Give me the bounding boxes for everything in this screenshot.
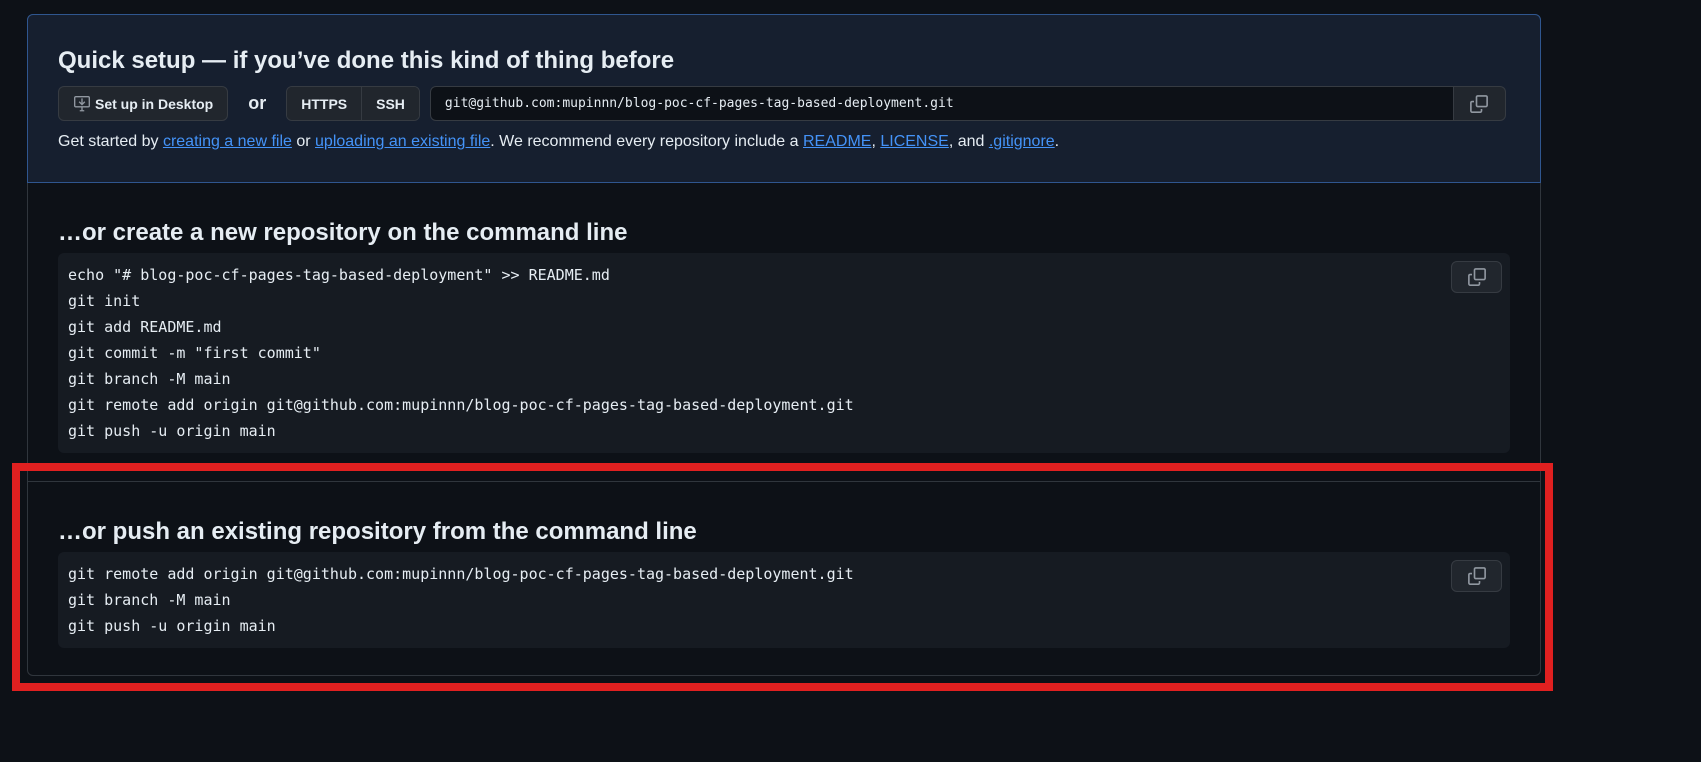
- tab-https[interactable]: HTTPS: [287, 87, 362, 120]
- desc-text: , and: [948, 133, 989, 150]
- code-line: git init: [68, 292, 141, 310]
- quick-setup-title: Quick setup — if you’ve done this kind o…: [58, 47, 675, 74]
- copy-new-repo-button[interactable]: [1451, 261, 1502, 293]
- code-line: git remote add origin git@github.com:mup…: [68, 396, 854, 414]
- copy-url-button[interactable]: [1453, 86, 1506, 121]
- desc-text: or: [291, 133, 316, 150]
- tab-ssh[interactable]: SSH: [361, 87, 419, 120]
- desktop-download-icon: [74, 95, 90, 111]
- code-line: git commit -m "first commit": [68, 344, 321, 362]
- desc-text: . We recommend every repository include …: [490, 133, 803, 150]
- code-line: echo "# blog-poc-cf-pages-tag-based-depl…: [68, 266, 610, 284]
- setup-desktop-button[interactable]: Set up in Desktop: [58, 86, 229, 121]
- or-label: or: [248, 93, 267, 113]
- new-repo-code-block: echo "# blog-poc-cf-pages-tag-based-depl…: [58, 253, 1510, 453]
- copy-icon: [1470, 94, 1489, 113]
- code-line: git add README.md: [68, 318, 222, 336]
- desc-text: Get started by: [58, 133, 163, 150]
- upload-file-link[interactable]: uploading an existing file: [315, 133, 490, 150]
- new-repo-title: …or create a new repository on the comma…: [58, 219, 628, 246]
- getting-started-text: Get started by creating a new file or up…: [58, 133, 1059, 151]
- clone-url-input[interactable]: git@github.com:mupinnn/blog-poc-cf-pages…: [429, 86, 1454, 121]
- code-line: git branch -M main: [68, 370, 231, 388]
- new-repo-section: …or create a new repository on the comma…: [58, 219, 1510, 453]
- setup-desktop-label: Set up in Desktop: [95, 95, 214, 112]
- desc-text: .: [1054, 133, 1060, 150]
- protocol-toggle: HTTPS SSH: [286, 86, 420, 121]
- code-line: git push -u origin main: [68, 422, 276, 440]
- highlight-annotation-box: [12, 463, 1553, 691]
- gitignore-link[interactable]: .gitignore: [989, 133, 1055, 150]
- readme-link[interactable]: README: [803, 133, 871, 150]
- quick-setup-section: Quick setup — if you’ve done this kind o…: [27, 14, 1541, 183]
- license-link[interactable]: LICENSE: [880, 133, 948, 150]
- desc-text: ,: [871, 133, 881, 150]
- create-file-link[interactable]: creating a new file: [163, 133, 292, 150]
- copy-icon: [1467, 268, 1486, 286]
